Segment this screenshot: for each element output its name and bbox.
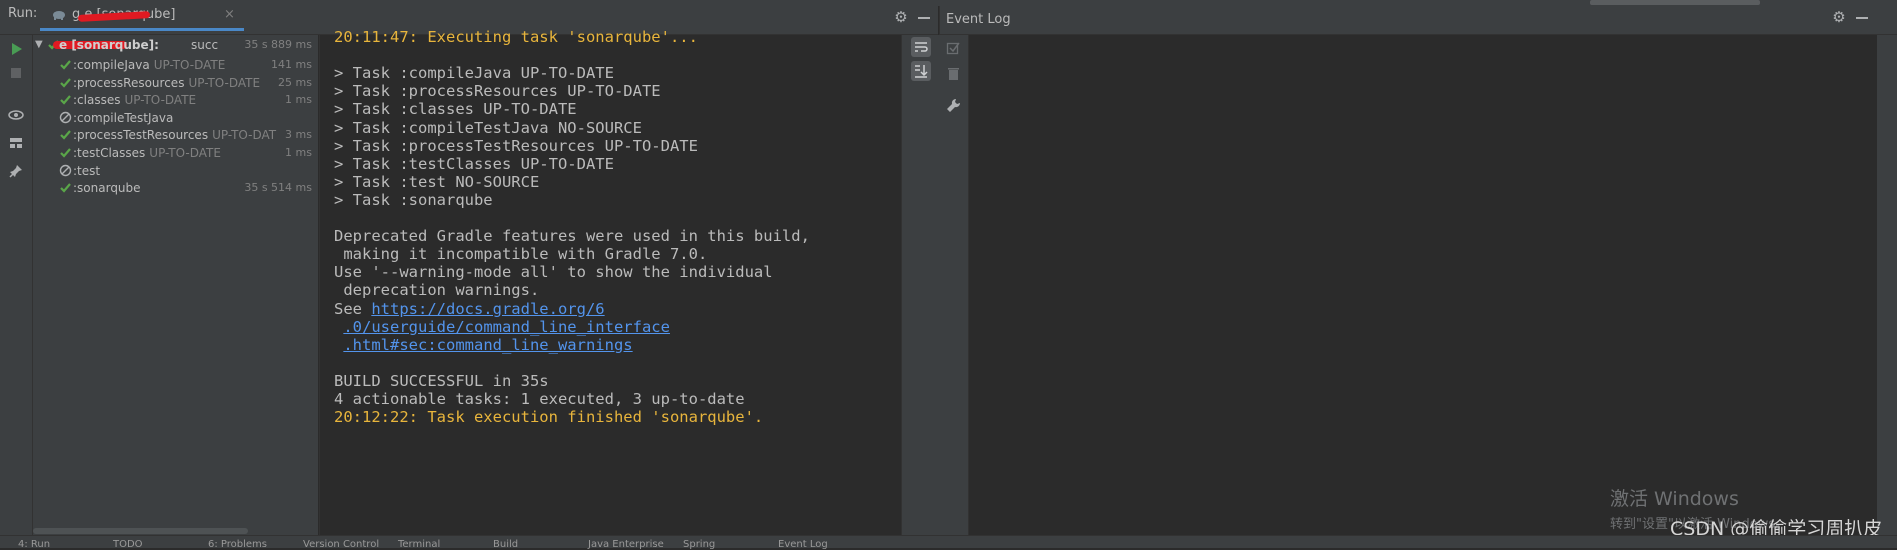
gradle-elephant-icon	[53, 11, 65, 20]
rerun-play-icon[interactable]	[8, 41, 24, 57]
gear-icon[interactable]: ⚙	[1831, 9, 1847, 25]
wrench-icon[interactable]	[946, 98, 961, 113]
console-line: 20:12:22: Task execution finished 'sonar…	[334, 406, 763, 428]
event-log-scrollbar[interactable]	[1877, 35, 1897, 535]
tool-window-button[interactable]: 6: Problems	[208, 539, 267, 550]
tool-window-button[interactable]: Version Control	[303, 539, 379, 550]
layout-icon[interactable]	[8, 135, 24, 151]
check-icon	[60, 77, 71, 88]
minimize-icon[interactable]	[918, 17, 930, 19]
console-line: 20:11:47: Executing task 'sonarqube'...	[334, 26, 698, 48]
run-label: Run:	[8, 6, 38, 21]
check-icon	[60, 148, 71, 158]
pin-icon[interactable]	[8, 163, 24, 179]
console-line-text: 20:12:22: Task execution finished 'sonar…	[334, 408, 764, 427]
event-log-body[interactable]	[969, 35, 1877, 535]
tool-window-button[interactable]: Build	[493, 539, 518, 550]
tool-window-button[interactable]: Spring	[683, 539, 715, 550]
mark-read-icon[interactable]	[946, 41, 961, 56]
task-status: UP-TO-DATE	[149, 146, 221, 160]
tree-root-time: 35 s 889 ms	[244, 38, 312, 51]
skipped-icon	[59, 111, 72, 123]
console-line-text	[334, 336, 343, 354]
tree-task-row[interactable]: :sonarqube 35 s 514 ms	[33, 178, 318, 198]
tree-root-row[interactable]: ▼ e [sonarqube]: succ 35 s 889 ms	[33, 35, 318, 55]
task-status: UP-TO-DAT	[212, 128, 277, 143]
tool-window-button[interactable]: Terminal	[398, 539, 440, 550]
tree-root-status: succ	[191, 38, 219, 52]
tree-root-name: e [sonarqube]:	[59, 38, 159, 52]
event-log-toolbar	[939, 35, 969, 535]
active-tab-indicator	[40, 28, 244, 31]
gear-icon[interactable]: ⚙	[893, 9, 909, 25]
console-line-text: 20:11:47: Executing task 'sonarqube'...	[334, 28, 698, 46]
run-toolbar	[0, 35, 33, 535]
console-output[interactable]: 20:11:47: Executing task 'sonarqube'... >…	[319, 28, 902, 535]
windows-activation-title: 激活 Windows	[1610, 488, 1739, 510]
check-icon	[60, 183, 71, 193]
check-icon	[60, 60, 71, 70]
tool-window-bar: 4: Run TODO 6: Problems Version Control Term…	[0, 535, 1897, 550]
tree-scrollbar[interactable]	[33, 528, 248, 534]
stop-icon[interactable]	[8, 65, 24, 81]
console-toolbar	[901, 35, 939, 535]
scroll-to-end-button[interactable]	[911, 61, 931, 81]
task-tree: ▼ e [sonarqube]: succ 35 s 889 ms :compi…	[33, 35, 318, 535]
task-status: UP-TO-DATE	[188, 75, 261, 90]
trash-icon[interactable]	[946, 66, 961, 81]
horizontal-scrollbar[interactable]	[1590, 0, 1760, 5]
tool-window-button[interactable]: Java Enterprise	[588, 539, 664, 550]
close-icon[interactable]: ×	[224, 7, 235, 22]
tool-window-button[interactable]: Event Log	[778, 539, 828, 550]
task-name: :sonarqube	[73, 181, 141, 196]
task-time: 35 s 514 ms	[244, 181, 312, 195]
console-line: > Task :sonarqube	[334, 189, 493, 211]
task-status: UP-TO-DATE	[124, 93, 197, 108]
check-icon	[60, 95, 71, 105]
wrap-icon	[915, 42, 928, 52]
scroll-end-icon	[915, 65, 928, 78]
event-log-header	[939, 6, 1897, 35]
tool-window-button[interactable]: TODO	[113, 539, 143, 550]
tool-window-button[interactable]: 4: Run	[18, 539, 50, 550]
check-icon	[60, 130, 71, 141]
eye-icon[interactable]	[8, 107, 24, 123]
console-line-text: > Task :sonarqube	[334, 190, 493, 209]
event-log-title: Event Log	[946, 12, 1011, 27]
soft-wrap-button[interactable]	[911, 37, 931, 57]
console-line: .html#sec:command_line_warnings	[334, 334, 632, 356]
task-status: UP-TO-DATE	[153, 58, 226, 72]
skipped-icon	[59, 164, 72, 176]
console-link[interactable]: .html#sec:command_line_warnings	[343, 336, 632, 354]
run-tab[interactable]: g e [sonarqube] ×	[40, 4, 244, 26]
minimize-icon[interactable]	[1856, 17, 1868, 19]
chevron-down-icon[interactable]: ▼	[35, 35, 43, 55]
